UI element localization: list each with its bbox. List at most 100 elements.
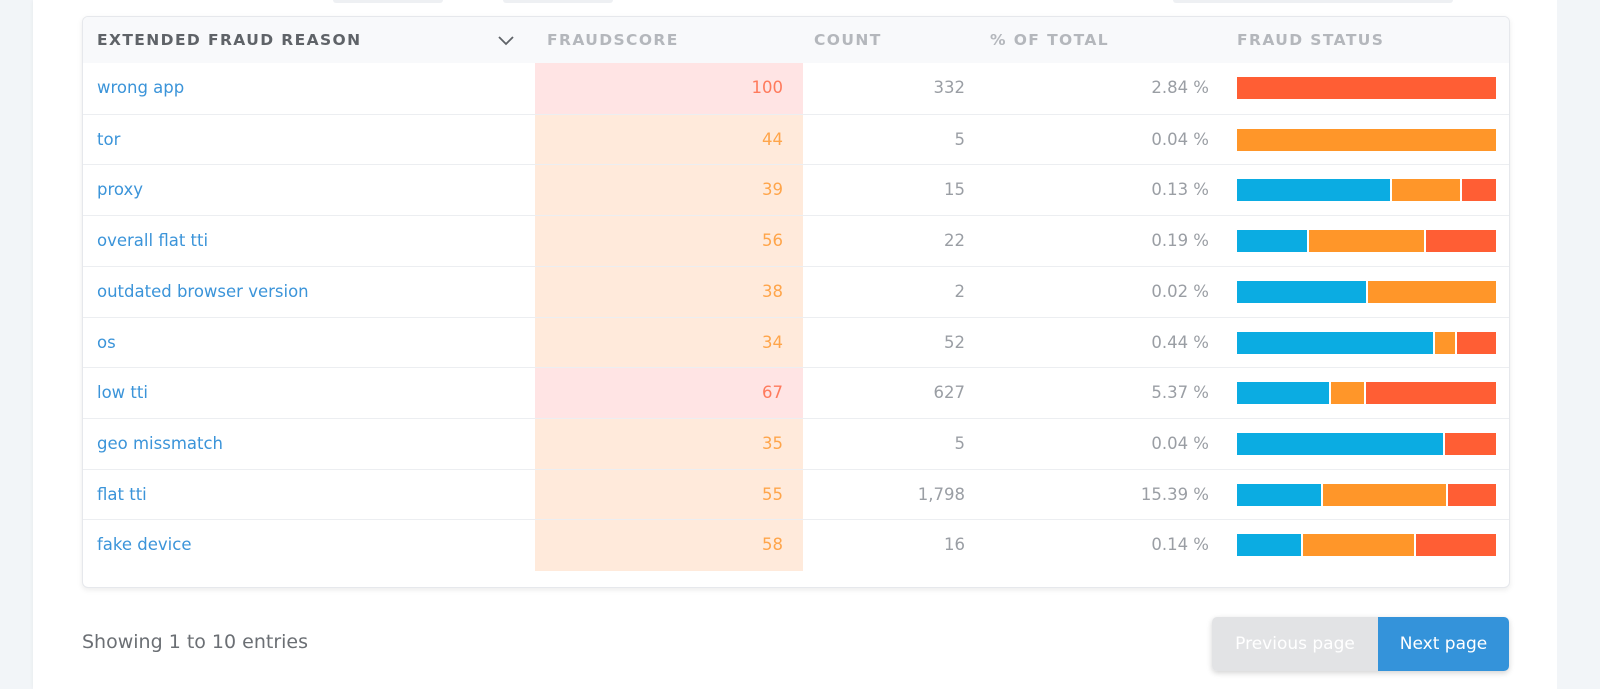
page-edge: [1557, 0, 1600, 689]
fraudscore-value: 34: [762, 332, 783, 352]
table-row: overall flat tti 56 22 0.19 %: [83, 215, 1509, 267]
fraud-reason-link[interactable]: overall flat tti: [97, 216, 208, 266]
status-segment-fraud: [1426, 230, 1496, 253]
status-segment-suspicious: [1308, 230, 1425, 253]
table-header: EXTENDED FRAUD REASON FRAUDSCORE COUNT %…: [83, 17, 1509, 63]
fraud-status-bar[interactable]: [1237, 331, 1496, 354]
count-value: 332: [933, 78, 966, 97]
count-value: 15: [944, 180, 965, 200]
fraudscore-value: 35: [762, 433, 783, 453]
table-row: low tti 67 627 5.37 %: [83, 367, 1509, 419]
entries-info: Showing 1 to 10 entries: [82, 631, 309, 653]
fraud-reasons-table: EXTENDED FRAUD REASON FRAUDSCORE COUNT %…: [82, 16, 1510, 588]
percent-of-total-value: 0.04 %: [1151, 433, 1209, 453]
status-segment-suspicious: [1237, 128, 1496, 151]
percent-of-total-value: 15.39 %: [1140, 484, 1209, 504]
fraudscore-value: 67: [762, 383, 783, 403]
fraud-status-bar[interactable]: [1237, 280, 1496, 303]
fraudscore-value: 55: [762, 484, 783, 504]
table-row: geo missmatch 35 5 0.04 %: [83, 417, 1509, 470]
status-segment-fraud: [1462, 179, 1496, 202]
fraud-reason-link[interactable]: low tti: [97, 368, 148, 418]
count-value: 5: [954, 129, 966, 149]
fraud-reason-link[interactable]: tor: [97, 115, 120, 165]
header-tab-shadow: [1173, 0, 1453, 3]
fraud-status-bar[interactable]: [1237, 230, 1496, 253]
next-page-button[interactable]: Next page: [1378, 617, 1509, 671]
fraud-reason-link[interactable]: flat tti: [97, 470, 147, 520]
header-tab-shadow: [333, 0, 443, 3]
fraud-reason-link[interactable]: geo missmatch: [97, 419, 223, 469]
status-segment-clean: [1237, 280, 1366, 303]
table-row: wrong app 100 332 2.84 %: [83, 63, 1509, 114]
fraudscore-value: 100: [751, 78, 784, 97]
status-segment-fraud: [1237, 77, 1496, 99]
column-header-status[interactable]: FRAUD STATUS: [1237, 17, 1384, 63]
count-value: 627: [933, 383, 966, 403]
fraudscore-value: 58: [762, 535, 783, 555]
table-row: fake device 58 16 0.14 %: [83, 519, 1509, 571]
status-segment-clean: [1237, 382, 1329, 405]
count-value: 52: [944, 332, 965, 352]
status-segment-suspicious: [1330, 382, 1364, 405]
table-row: proxy 39 15 0.13 %: [83, 164, 1509, 217]
fraud-status-bar[interactable]: [1237, 483, 1497, 506]
status-segment-clean: [1237, 179, 1390, 202]
fraud-status-bar[interactable]: [1237, 77, 1496, 99]
percent-of-total-value: 0.14 %: [1151, 535, 1209, 555]
status-segment-fraud: [1447, 483, 1497, 506]
status-segment-suspicious: [1367, 280, 1496, 303]
percent-of-total-value: 0.44 %: [1151, 332, 1209, 352]
chevron-down-icon[interactable]: [497, 32, 515, 46]
status-segment-fraud: [1416, 534, 1496, 557]
fraud-reason-link[interactable]: wrong app: [97, 63, 184, 113]
table-row: flat tti 55 1,798 15.39 %: [83, 468, 1509, 521]
previous-page-button[interactable]: Previous page: [1212, 617, 1378, 671]
status-segment-suspicious: [1392, 179, 1461, 202]
percent-of-total-value: 0.02 %: [1151, 281, 1209, 301]
column-header-fraudscore[interactable]: FRAUDSCORE: [547, 17, 679, 63]
pagination: Previous page Next page: [1212, 617, 1509, 671]
percent-of-total-value: 5.37 %: [1151, 383, 1209, 403]
fraud-reason-link[interactable]: os: [97, 318, 116, 368]
status-segment-clean: [1237, 534, 1301, 557]
status-segment-clean: [1237, 331, 1434, 354]
fraudscore-value: 38: [762, 281, 783, 301]
count-value: 1,798: [917, 484, 965, 504]
column-header-pct[interactable]: % OF TOTAL: [990, 17, 1109, 63]
fraudscore-value: 56: [762, 231, 783, 251]
count-value: 22: [944, 231, 965, 251]
column-header-count[interactable]: COUNT: [814, 17, 882, 63]
status-segment-fraud: [1456, 331, 1496, 354]
fraud-status-bar[interactable]: [1237, 179, 1496, 202]
percent-of-total-value: 0.19 %: [1151, 231, 1209, 251]
count-value: 2: [954, 281, 966, 301]
table-row: outdated browser version 38 2 0.02 %: [83, 265, 1509, 318]
fraud-reason-link[interactable]: proxy: [97, 165, 143, 215]
percent-of-total-value: 0.04 %: [1151, 129, 1209, 149]
count-value: 5: [954, 433, 966, 453]
percent-of-total-value: 2.84 %: [1151, 78, 1209, 97]
status-segment-fraud: [1365, 382, 1496, 405]
column-header-reason[interactable]: EXTENDED FRAUD REASON: [97, 17, 362, 63]
fraud-reason-link[interactable]: fake device: [97, 520, 191, 570]
status-segment-suspicious: [1302, 534, 1415, 557]
status-segment-suspicious: [1323, 483, 1446, 506]
header-tab-shadow: [503, 0, 613, 3]
table-row: os 34 52 0.44 %: [83, 316, 1509, 369]
status-segment-clean: [1237, 432, 1443, 455]
status-segment-clean: [1237, 483, 1322, 506]
fraud-status-bar[interactable]: [1237, 534, 1496, 557]
percent-of-total-value: 0.13 %: [1151, 180, 1209, 200]
fraud-status-bar[interactable]: [1237, 382, 1496, 405]
fraud-reason-link[interactable]: outdated browser version: [97, 267, 309, 317]
table-row: tor 44 5 0.04 %: [83, 113, 1509, 166]
fraud-status-bar[interactable]: [1237, 432, 1496, 455]
status-segment-clean: [1237, 230, 1307, 253]
fraudscore-value: 39: [762, 180, 783, 200]
fraudscore-value: 44: [762, 129, 783, 149]
status-segment-suspicious: [1435, 331, 1455, 354]
status-segment-fraud: [1444, 432, 1496, 455]
fraud-status-bar[interactable]: [1237, 128, 1496, 151]
count-value: 16: [944, 535, 965, 555]
